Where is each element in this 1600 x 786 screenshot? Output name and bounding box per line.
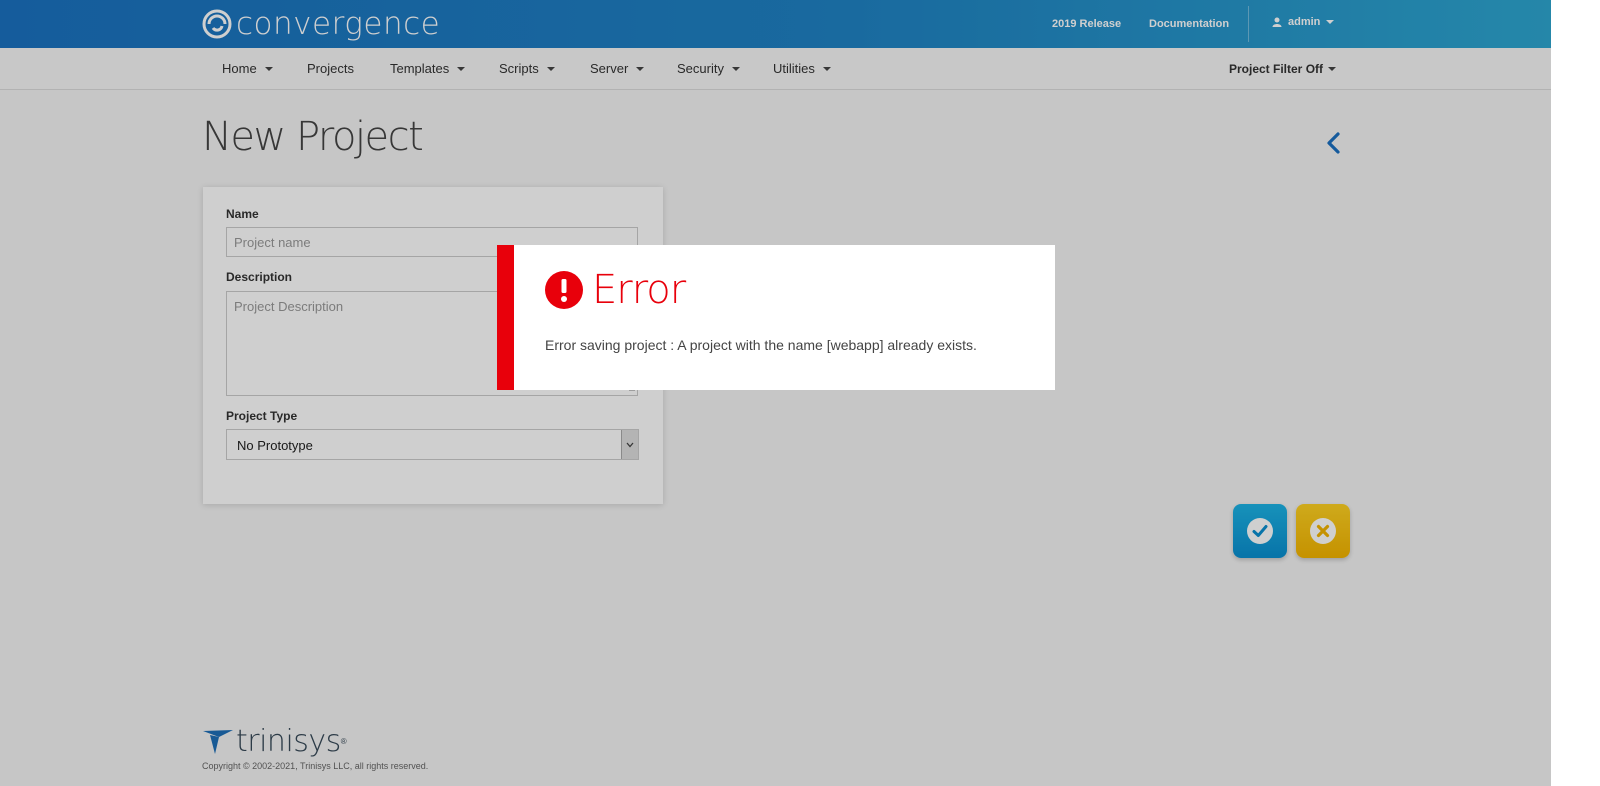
exclamation-circle-icon	[545, 271, 583, 309]
error-message: Error saving project : A project with th…	[545, 337, 977, 353]
error-title: Error	[592, 267, 686, 313]
page-gutter	[1551, 0, 1600, 786]
error-dialog: Error Error saving project : A project w…	[497, 245, 1055, 390]
page: convergence 2019 Release Documentation a…	[0, 0, 1551, 786]
error-accent-bar	[497, 245, 514, 390]
modal-overlay[interactable]	[0, 0, 1551, 786]
